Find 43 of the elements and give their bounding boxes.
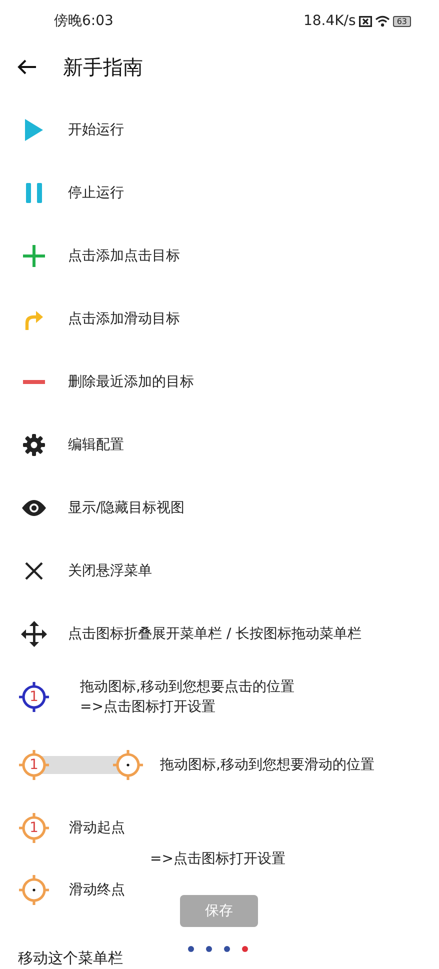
sim-icon (358, 16, 372, 26)
target-number: 1 (29, 819, 39, 837)
pause-icon (26, 182, 42, 202)
target-icon (19, 813, 49, 843)
page-dot[interactable] (224, 946, 230, 952)
network-speed: 18.4K/s (303, 13, 356, 29)
minus-icon (23, 380, 45, 384)
page-title: 新手指南 (63, 54, 143, 80)
status-time: 傍晚6:03 (54, 12, 114, 30)
page-dot[interactable] (242, 946, 248, 952)
guide-text: 编辑配置 (68, 436, 124, 454)
swipe-end-label: 滑动终点 (69, 881, 125, 899)
guide-text: =>点击图标打开设置 (80, 698, 216, 716)
settings-hint: =>点击图标打开设置 (150, 850, 286, 868)
page-dot[interactable] (206, 946, 212, 952)
guide-text: 点击添加点击目标 (68, 246, 180, 264)
target-number: 1 (29, 756, 39, 774)
gear-icon (23, 434, 45, 456)
close-icon (25, 562, 43, 580)
eye-icon (22, 500, 46, 516)
guide-text: 拖动图标,移动到您想要滑动的位置 (160, 756, 374, 774)
wifi-icon (374, 15, 390, 27)
guide-text: 点击添加滑动目标 (68, 310, 180, 328)
target-icon (113, 750, 143, 780)
back-icon[interactable] (17, 59, 37, 75)
target-icon (19, 875, 49, 905)
guide-text: 点击图标折叠展开菜单栏 / 长按图标拖动菜单栏 (68, 624, 362, 642)
play-icon (25, 118, 43, 140)
guide-text: 删除最近添加的目标 (68, 372, 194, 390)
guide-text: 开始运行 (68, 120, 124, 138)
target-number: 1 (29, 688, 39, 706)
swipe-start-label: 滑动起点 (69, 819, 125, 837)
guide-text: 停止运行 (68, 184, 124, 202)
target-icon (19, 682, 49, 712)
plus-icon (23, 244, 45, 266)
target-icon (19, 750, 49, 780)
move-icon (21, 620, 47, 646)
move-menu-label: 移动这个菜单栏 (17, 949, 124, 969)
guide-text: 关闭悬浮菜单 (68, 562, 152, 580)
guide-text: 拖动图标,移动到您想要点击的位置 (80, 678, 294, 696)
guide-text: 显示/隐藏目标视图 (68, 498, 185, 516)
battery-indicator: 63 (392, 16, 411, 26)
page-dot[interactable] (188, 946, 194, 952)
